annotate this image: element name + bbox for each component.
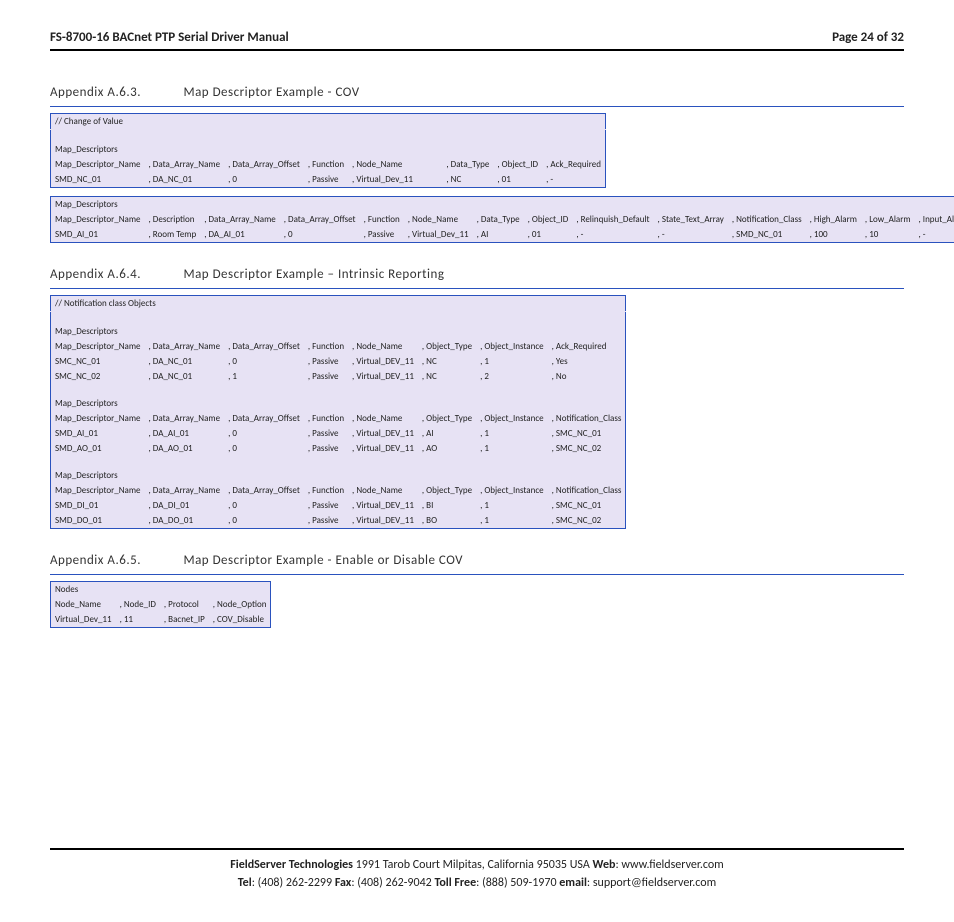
table-row: Map_Descriptor_Name, Data_Array_Name, Da… xyxy=(51,339,626,354)
table-row: Map_Descriptor_Name, Data_Array_Name, Da… xyxy=(51,483,626,498)
table-row: Virtual_Dev_11, 11, Bacnet_IP, COV_Disab… xyxy=(51,612,271,628)
table-row: SMD_DO_01, DA_DO_01, 0, Passive, Virtual… xyxy=(51,513,626,529)
table-row: SMD_AI_01, DA_AI_01, 0, Passive, Virtual… xyxy=(51,426,626,441)
table-row: SMC_NC_02, DA_NC_01, 1, Passive, Virtual… xyxy=(51,369,626,384)
table-row: Map_Descriptor_Name, Data_Array_Name, Da… xyxy=(51,157,606,172)
section-a65: Appendix A.6.5. Map Descriptor Example -… xyxy=(50,549,904,575)
doc-title: FS-8700-16 BACnet PTP Serial Driver Manu… xyxy=(50,30,289,45)
table-row: Node_Name, Node_ID, Protocol, Node_Optio… xyxy=(51,597,271,612)
table-row: SMD_DI_01, DA_DI_01, 0, Passive, Virtual… xyxy=(51,498,626,513)
table-row: SMD_NC_01, DA_NC_01, 0, Passive, Virtual… xyxy=(51,172,606,188)
table-intrinsic: // Notification class Objects Map_Descri… xyxy=(50,295,626,529)
table-row: SMC_NC_01, DA_NC_01, 0, Passive, Virtual… xyxy=(51,354,626,369)
page-header: FS-8700-16 BACnet PTP Serial Driver Manu… xyxy=(50,30,904,51)
section-a64: Appendix A.6.4. Map Descriptor Example –… xyxy=(50,263,904,289)
page-footer: FieldServer Technologies 1991 Tarob Cour… xyxy=(50,848,904,892)
table-covdisable: Nodes Node_Name, Node_ID, Protocol, Node… xyxy=(50,581,271,628)
table-row: Map_Descriptor_Name, Description, Data_A… xyxy=(51,212,954,227)
page-number: Page 24 of 32 xyxy=(832,30,904,45)
table-row: SMD_AI_01, Room Temp, DA_AI_01, 0, Passi… xyxy=(51,227,954,243)
table-row: Map_Descriptor_Name, Data_Array_Name, Da… xyxy=(51,411,626,426)
table-cov-ai: Map_Descriptors Map_Descriptor_Name, Des… xyxy=(50,196,954,243)
table-cov-nc: // Change of Value Map_Descriptors Map_D… xyxy=(50,113,606,188)
table-row: SMD_AO_01, DA_AO_01, 0, Passive, Virtual… xyxy=(51,441,626,456)
section-a63: Appendix A.6.3. Map Descriptor Example -… xyxy=(50,81,904,107)
